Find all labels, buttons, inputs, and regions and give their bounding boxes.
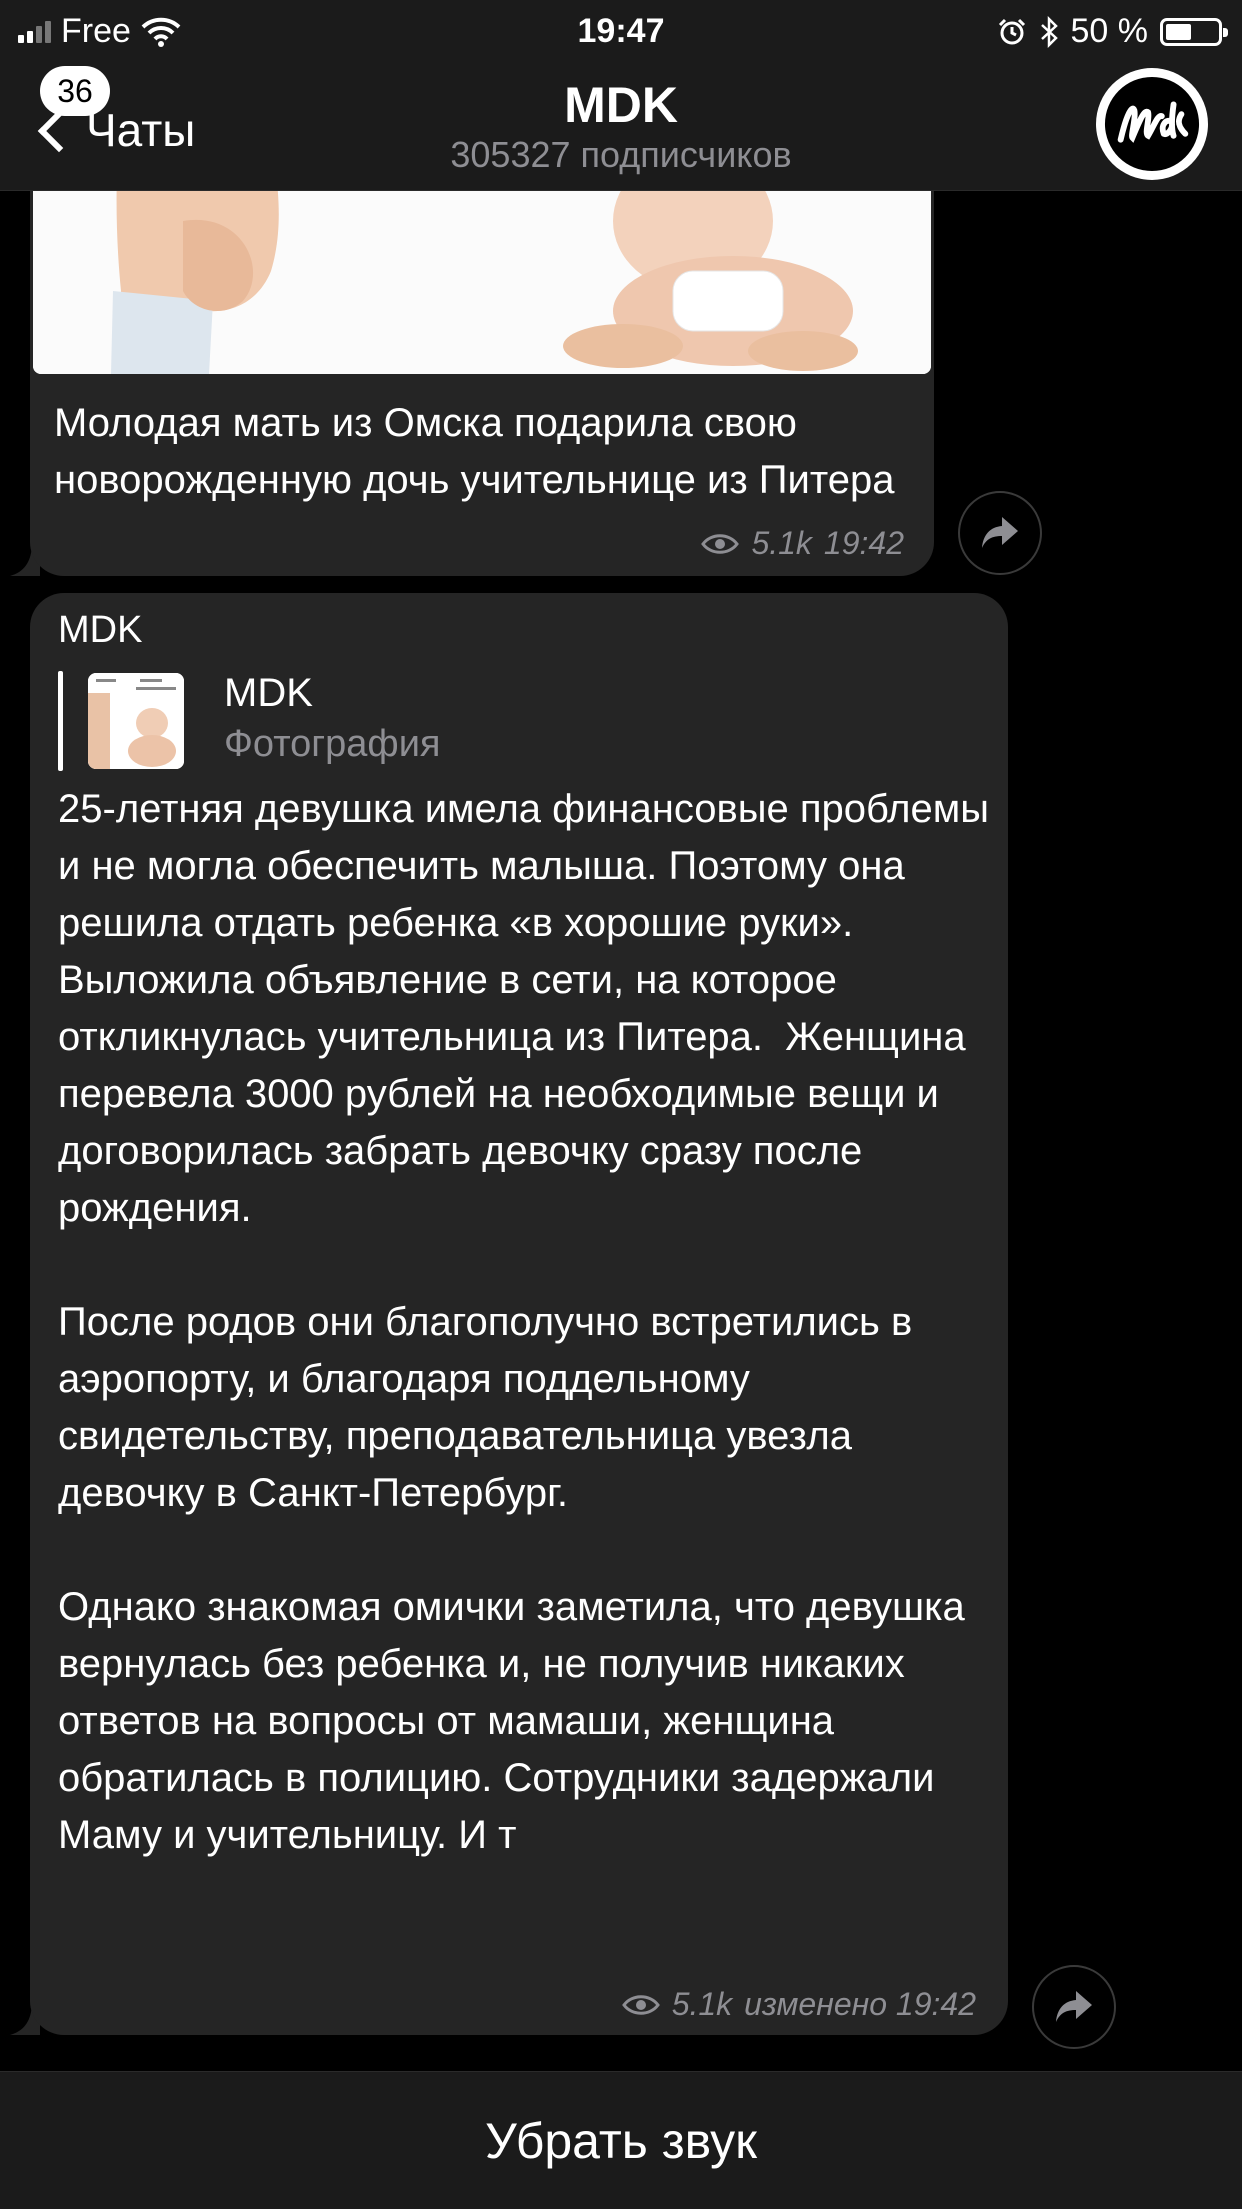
message-author: MDK — [58, 609, 143, 651]
message-time: изменено 19:42 — [744, 1986, 976, 2022]
view-count: 5.1k — [671, 1986, 733, 2022]
message-text: 25-летняя девушка имела финансовые пробл… — [58, 787, 989, 1857]
eye-icon — [701, 533, 740, 554]
message-bubble-1[interactable]: Молодая мать из Омска подарила свою ново… — [30, 191, 934, 576]
alarm-clock-icon — [998, 18, 1025, 44]
message-meta: 5.1k изменено 19:42 — [621, 1986, 976, 2023]
reply-subtitle: Фотография — [224, 723, 441, 765]
photo-image — [33, 191, 931, 374]
message-text: Молодая мать из Омска подарила свою ново… — [54, 401, 895, 502]
view-count: 5.1k — [751, 525, 812, 561]
reply-preview[interactable]: MDK Фотография — [58, 671, 658, 771]
mute-button[interactable]: Убрать звук — [485, 2112, 757, 2170]
subscriber-count: 305327 подписчиков — [450, 134, 792, 175]
bluetooth-icon — [1040, 15, 1058, 48]
message-list[interactable]: Молодая мать из Омска подарила свою ново… — [0, 191, 1242, 2071]
message-time: 19:42 — [823, 525, 904, 561]
thumbnail-image — [88, 673, 184, 769]
reply-bar — [58, 671, 63, 771]
eye-icon — [621, 1994, 660, 2015]
reply-thumbnail — [88, 673, 184, 769]
chat-header: Чаты 36 MDK 305327 подписчиков — [0, 62, 1242, 191]
message-bubble-2[interactable]: MDK MDK Фотография 25-летняя девушка име… — [30, 593, 1008, 2035]
share-button[interactable] — [958, 491, 1042, 575]
share-arrow-icon — [982, 517, 1018, 548]
message-photo[interactable] — [33, 191, 931, 374]
status-right: 50 % — [997, 12, 1228, 51]
channel-title[interactable]: MDK — [0, 76, 1242, 134]
bottom-bar: Убрать звук — [0, 2071, 1242, 2209]
share-arrow-icon — [1056, 1991, 1092, 2022]
reply-title: MDK — [224, 671, 313, 715]
mdk-logo-icon — [1104, 76, 1200, 172]
battery-percent: 50 % — [1070, 12, 1149, 50]
battery-icon — [1160, 17, 1228, 46]
share-button[interactable] — [1032, 1965, 1116, 2049]
message-meta: 5.1k 19:42 — [701, 525, 904, 562]
channel-avatar[interactable] — [1096, 68, 1208, 180]
status-bar: Free 19:47 50 % — [0, 0, 1242, 62]
